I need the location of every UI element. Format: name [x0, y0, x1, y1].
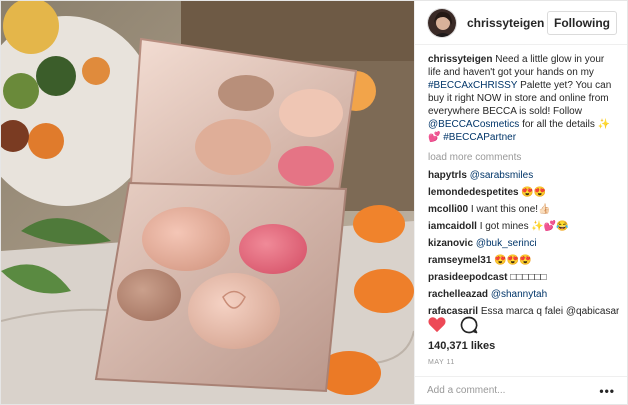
- comment: prasideepodcast □□□□□□: [428, 271, 619, 284]
- comment: hapytrls @sarabsmiles: [428, 169, 619, 182]
- comment: lemondedespetites 😍😍: [428, 186, 619, 199]
- comment: mcolli00 I want this one!👍🏻: [428, 203, 619, 216]
- likes-count[interactable]: 140,371 likes: [428, 340, 495, 352]
- comment-username[interactable]: mcolli00: [428, 204, 468, 215]
- post-sidebar: chrissyteigen Following chrissyteigen Ne…: [414, 1, 627, 404]
- avatar[interactable]: [427, 7, 457, 38]
- comments-section: chrissyteigen Need a little glow in your…: [428, 53, 619, 322]
- comment-text[interactable]: @sarabsmiles: [470, 170, 534, 181]
- comment-username[interactable]: iamcaidoll: [428, 221, 477, 232]
- comment: kizanovic @buk_serinci: [428, 237, 619, 250]
- comment: iamcaidoll I got mines ✨💕😂: [428, 220, 619, 233]
- comment-username[interactable]: lemondedespetites: [428, 187, 519, 198]
- comment-text: 😍😍: [521, 187, 547, 198]
- instagram-post: chrissyteigen Following chrissyteigen Ne…: [0, 0, 628, 405]
- action-bar: [427, 315, 479, 335]
- comment-username[interactable]: rachelleazad: [428, 289, 488, 300]
- comment: rachelleazad @shannytah: [428, 288, 619, 301]
- palette-photo-image: [1, 1, 414, 404]
- comment-icon[interactable]: [459, 315, 479, 335]
- load-more-comments-link[interactable]: load more comments: [428, 151, 619, 164]
- comment-text[interactable]: @buk_serinci: [476, 238, 537, 249]
- comment-text: 😍😍😍: [494, 255, 532, 266]
- caption-username[interactable]: chrissyteigen: [428, 54, 492, 65]
- caption-hashtag-becca-x-chrissy[interactable]: #BECCAxCHRISSY: [428, 80, 517, 91]
- caption-mention-beccacosmetics[interactable]: @BECCACosmetics: [428, 119, 519, 130]
- post-photo[interactable]: [1, 1, 414, 404]
- comment-username[interactable]: prasideepodcast: [428, 272, 507, 283]
- caption-hashtag-beccapartner[interactable]: #BECCAPartner: [443, 132, 516, 143]
- comment-text: Essa marca q falei @qabicasaril: [480, 306, 619, 317]
- post-header: chrissyteigen Following: [415, 1, 627, 45]
- add-comment-bar: •••: [415, 376, 627, 404]
- comment-username[interactable]: ramseymel31: [428, 255, 491, 266]
- following-button[interactable]: Following: [547, 10, 617, 35]
- comment-username[interactable]: kizanovic: [428, 238, 473, 249]
- avatar-image: [428, 8, 456, 37]
- comment-text: I want this one!👍🏻: [470, 204, 551, 215]
- heart-icon[interactable]: [427, 315, 447, 333]
- header-username[interactable]: chrissyteigen: [467, 16, 547, 30]
- add-comment-input[interactable]: [427, 385, 600, 396]
- post-date[interactable]: MAY 11: [428, 359, 455, 366]
- comment-text[interactable]: @shannytah: [491, 289, 547, 300]
- comment-username[interactable]: hapytrls: [428, 170, 467, 181]
- comment: ramseymel31 😍😍😍: [428, 254, 619, 267]
- more-options-icon[interactable]: •••: [599, 384, 615, 398]
- comment-text: I got mines ✨💕😂: [479, 221, 569, 232]
- post-caption: chrissyteigen Need a little glow in your…: [428, 53, 619, 144]
- comment-text: □□□□□□: [510, 272, 547, 283]
